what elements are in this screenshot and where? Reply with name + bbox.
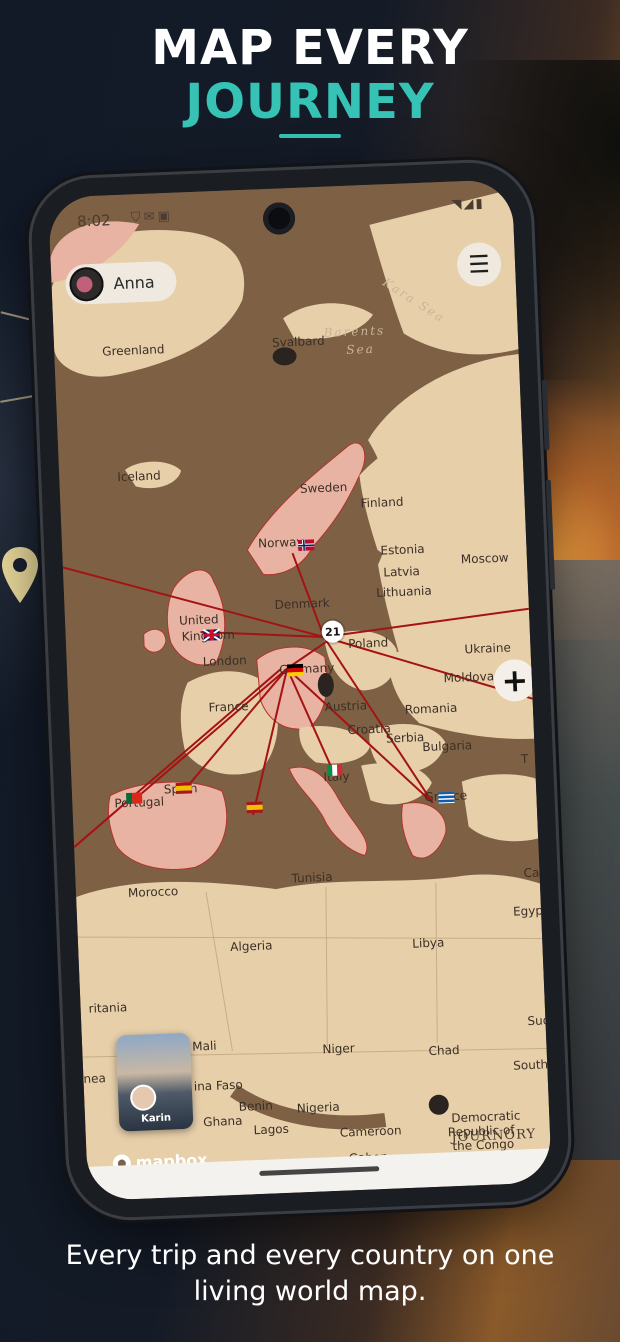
- status-right-icons: ◥◢▮: [451, 196, 485, 212]
- map-label: Svalbard: [272, 334, 325, 350]
- photo-card-name: Karin: [140, 1112, 172, 1125]
- map-label: Poland: [348, 635, 389, 651]
- wifi-icon: ◥: [451, 197, 464, 213]
- map-label: United: [179, 612, 219, 628]
- flag-spain-icon[interactable]: [246, 801, 263, 814]
- map-label: Denmark: [274, 596, 330, 612]
- map-label: Morocco: [128, 884, 179, 900]
- photo-card[interactable]: Karin: [115, 1032, 194, 1132]
- headline-line-2: JOURNEY: [185, 74, 435, 130]
- mail-icon: ✉: [143, 209, 158, 225]
- map-label: Ukraine: [464, 641, 511, 657]
- avatar: [68, 266, 105, 302]
- location-pin-icon: [2, 547, 38, 603]
- map-label: South S: [513, 1057, 552, 1073]
- map-label: Chad: [428, 1043, 460, 1058]
- flag-norway-icon[interactable]: [297, 539, 315, 551]
- map-label: Benin: [238, 1098, 273, 1113]
- flag-portugal-icon[interactable]: [125, 792, 143, 805]
- map-label: Cameroon: [340, 1123, 402, 1139]
- map-label: Sud: [527, 1013, 550, 1028]
- map-label: France: [208, 699, 248, 715]
- map-label: Romania: [405, 701, 458, 717]
- map-label: Iceland: [117, 468, 161, 484]
- map-label: Austria: [324, 698, 367, 714]
- status-time: 8:02: [76, 211, 112, 231]
- map-label: T: [520, 752, 530, 766]
- phone-frame: Kara Sea Barents Sea Greenland Svalbard …: [29, 160, 571, 1220]
- map-label: Egyp: [513, 903, 543, 918]
- status-left-icons: ⛉✉▣: [131, 209, 174, 226]
- signal-icon: ◢: [463, 196, 476, 213]
- map-label: Lithuania: [376, 584, 432, 600]
- avatar: [131, 1086, 155, 1110]
- map-label: Ghana: [203, 1114, 243, 1130]
- map-label: Ca: [523, 866, 539, 881]
- phone-screen: Kara Sea Barents Sea Greenland Svalbard …: [48, 179, 552, 1201]
- map-label: Libya: [412, 935, 445, 950]
- map-label: Sea: [346, 342, 375, 357]
- map-label: Finland: [360, 495, 403, 511]
- shield-icon: ⛉: [130, 209, 144, 226]
- battery-icon: ▮: [475, 196, 485, 212]
- map-label: Mali: [192, 1039, 217, 1054]
- map-label: London: [203, 653, 248, 669]
- map-label: Estonia: [380, 542, 425, 558]
- map-label: Algeria: [230, 938, 273, 954]
- user-profile-chip[interactable]: Anna: [64, 260, 178, 306]
- map-label: Croatia: [347, 721, 391, 737]
- photo-icon: ▣: [157, 208, 174, 225]
- map-label: Moscow: [461, 551, 509, 567]
- headline-underline: [279, 134, 341, 138]
- user-name: Anna: [113, 272, 155, 293]
- flag-germany-icon[interactable]: [286, 663, 304, 677]
- map-label: Latvia: [383, 564, 420, 579]
- map-label: Serbia: [386, 730, 425, 746]
- tagline: Every trip and every country on one livi…: [65, 1240, 555, 1307]
- map-label: Barents: [322, 323, 385, 339]
- hamburger-icon: ☰: [467, 250, 491, 279]
- map-label: Lagos: [253, 1122, 289, 1137]
- flag-spain-icon[interactable]: [175, 782, 193, 795]
- map-label: ritania: [88, 1000, 127, 1016]
- map-label: nea: [83, 1071, 106, 1086]
- map-label: ina Faso: [194, 1078, 243, 1094]
- flag-uk-icon[interactable]: [202, 628, 221, 642]
- map-label: Norway: [258, 535, 304, 551]
- map-label: Tunisia: [290, 870, 333, 886]
- map-label: Moldova: [443, 669, 494, 685]
- map-label: Niger: [322, 1041, 355, 1056]
- map-label: Bulgaria: [422, 738, 472, 754]
- headline-line-1: MAP EVERY: [151, 20, 469, 76]
- map-label: Nigeria: [297, 1100, 340, 1116]
- map-label: Greenland: [102, 342, 165, 358]
- flag-greece-icon[interactable]: [438, 791, 455, 804]
- flag-italy-icon[interactable]: [327, 764, 343, 776]
- map-label: Sweden: [300, 480, 348, 496]
